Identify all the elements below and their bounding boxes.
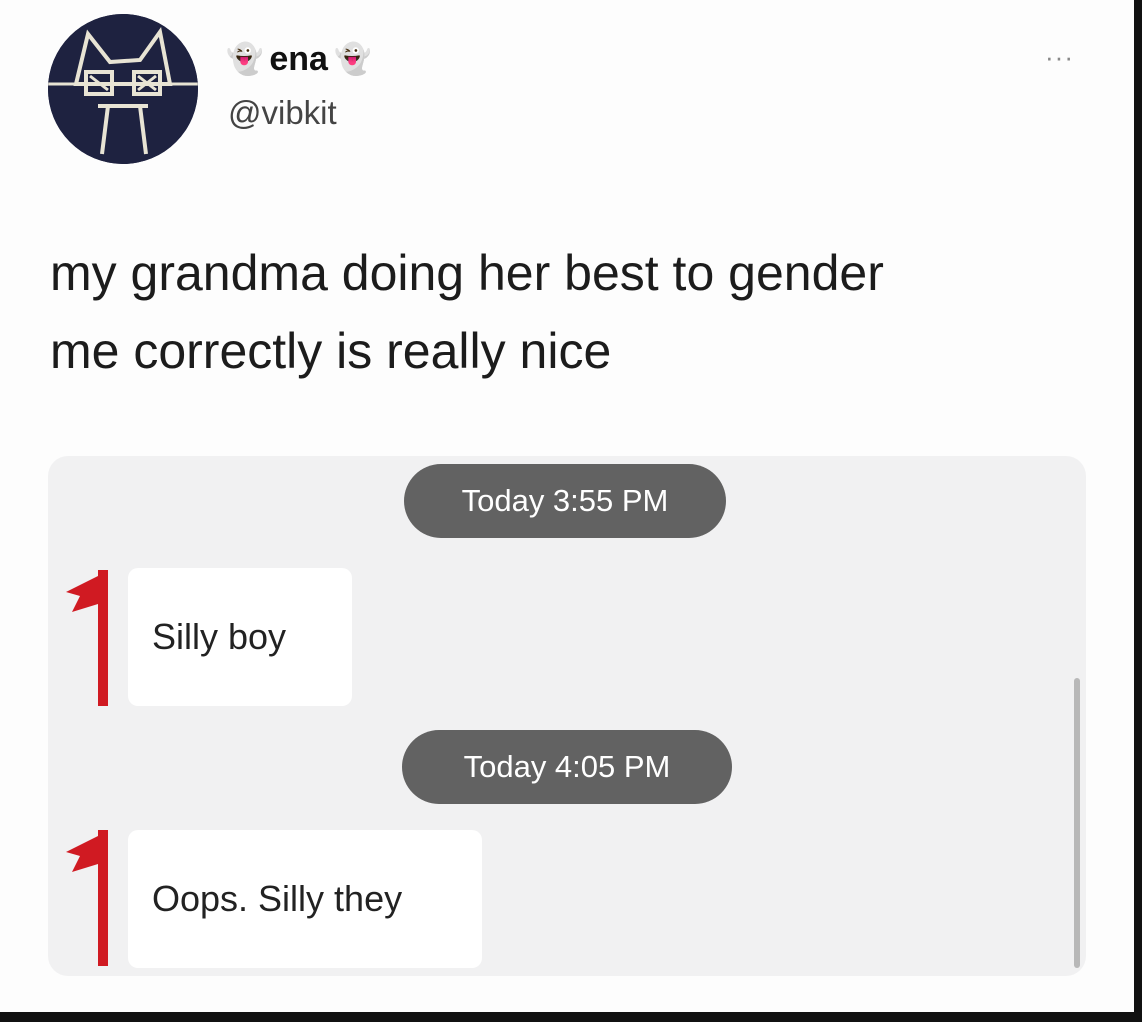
timestamp-pill: Today 3:55 PM bbox=[404, 464, 726, 538]
scrollbar[interactable] bbox=[1074, 678, 1080, 968]
message-text: Oops. Silly they bbox=[152, 878, 403, 919]
more-options-icon[interactable]: ··· bbox=[1045, 42, 1074, 73]
red-flag-icon bbox=[66, 830, 108, 966]
chat-screenshot: Today 3:55 PM Silly boy Today 4:05 PM Oo… bbox=[48, 456, 1086, 976]
message-bubble[interactable]: Silly boy bbox=[128, 568, 352, 706]
avatar-drawing-icon bbox=[48, 14, 198, 164]
user-handle[interactable]: @vibkit bbox=[228, 94, 337, 132]
tweet-text-line: my grandma doing her best to gender bbox=[50, 245, 884, 301]
message-bubble[interactable]: Oops. Silly they bbox=[128, 830, 482, 968]
display-name-row[interactable]: 👻 ena 👻 bbox=[226, 40, 371, 79]
tweet-screenshot: 👻 ena 👻 @vibkit ··· my grandma doing her… bbox=[0, 0, 1142, 1022]
tweet-text: my grandma doing her best to gender me c… bbox=[50, 234, 1090, 390]
timestamp-pill: Today 4:05 PM bbox=[402, 730, 732, 804]
message-text: Silly boy bbox=[152, 616, 287, 657]
avatar[interactable] bbox=[48, 14, 198, 164]
tweet-text-line: me correctly is really nice bbox=[50, 323, 612, 379]
ghost-emoji-right-icon: 👻 bbox=[333, 43, 372, 76]
ghost-emoji-left-icon: 👻 bbox=[226, 43, 264, 76]
red-flag-icon bbox=[66, 570, 108, 706]
display-name[interactable]: ena bbox=[269, 40, 328, 79]
